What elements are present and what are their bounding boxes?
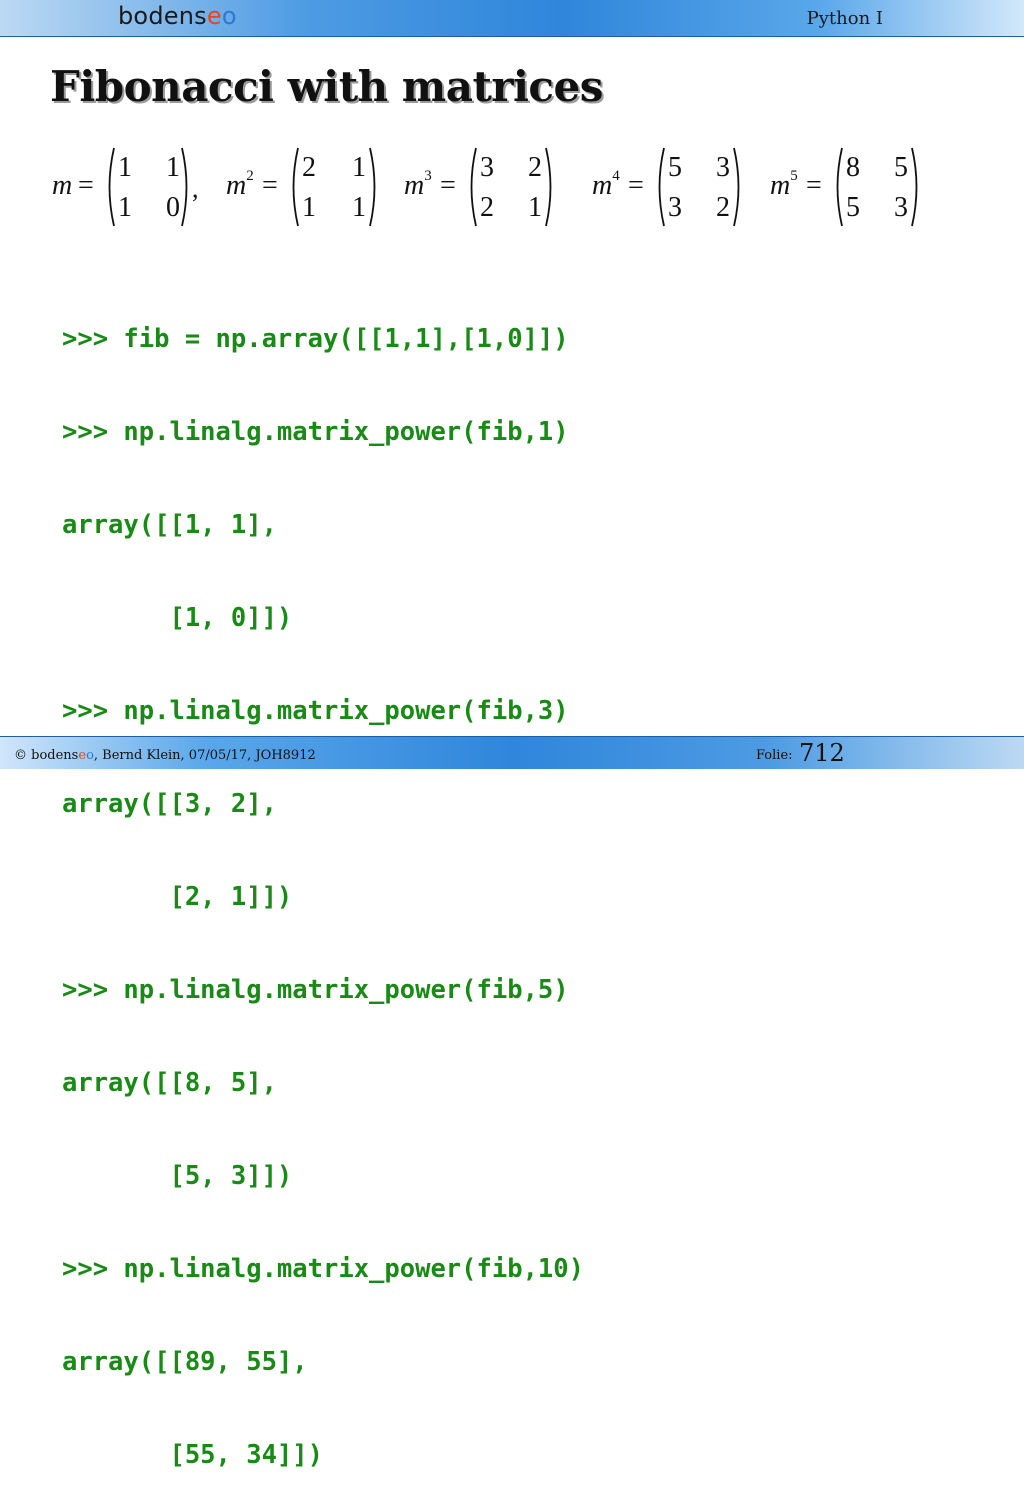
code-line: [1, 0]]) bbox=[62, 603, 293, 633]
right-paren-icon bbox=[545, 147, 552, 227]
matrix-cell: 1 bbox=[528, 192, 542, 223]
left-paren-icon bbox=[658, 147, 665, 227]
matrix-cell: 2 bbox=[302, 152, 316, 183]
course-title: Python I bbox=[806, 8, 883, 29]
code-line: [55, 34]]) bbox=[62, 1440, 323, 1470]
equals-sign: = bbox=[628, 170, 644, 201]
code-line: array([[8, 5], bbox=[62, 1068, 277, 1098]
comma-separator: , bbox=[192, 174, 199, 203]
equation-variable: m5 bbox=[770, 167, 798, 201]
matrix-cell: 8 bbox=[846, 152, 860, 183]
slide-number: 712 bbox=[799, 739, 845, 767]
equation-variable: m bbox=[52, 170, 73, 201]
equation-variable: m2 bbox=[226, 167, 254, 201]
matrix-cell: 1 bbox=[166, 152, 180, 183]
matrix-cell: 3 bbox=[894, 192, 908, 223]
right-paren-icon bbox=[369, 147, 376, 227]
matrix-cell: 1 bbox=[118, 192, 132, 223]
code-line: >>> np.linalg.matrix_power(fib,10) bbox=[62, 1254, 584, 1284]
code-line: [5, 3]]) bbox=[62, 1161, 293, 1191]
code-line: array([[1, 1], bbox=[62, 510, 277, 540]
code-line: >>> np.linalg.matrix_power(fib,3) bbox=[62, 696, 569, 726]
equals-sign: = bbox=[262, 170, 278, 201]
matrix-cell: 5 bbox=[846, 192, 860, 223]
left-paren-icon bbox=[292, 147, 299, 227]
matrix-cell: 2 bbox=[716, 192, 730, 223]
slide-number-label: Folie: bbox=[756, 748, 793, 763]
matrix-cell: 3 bbox=[668, 192, 682, 223]
matrix-cell: 3 bbox=[480, 152, 494, 183]
footer-credit: © bodenseo, Bernd Klein, 07/05/17, JOH89… bbox=[14, 748, 316, 763]
right-paren-icon bbox=[733, 147, 740, 227]
code-block: >>> fib = np.array([[1,1],[1,0]]) >>> np… bbox=[62, 262, 584, 1502]
slide-title: Fibonacci with matrices bbox=[50, 62, 603, 111]
matrix-cell: 2 bbox=[480, 192, 494, 223]
left-paren-icon bbox=[108, 147, 115, 227]
equals-sign: = bbox=[440, 170, 456, 201]
code-line: >>> fib = np.array([[1,1],[1,0]]) bbox=[62, 324, 569, 354]
header-bar: bodenseo Python I bbox=[0, 0, 1024, 37]
matrix-cell: 1 bbox=[302, 192, 316, 223]
matrix-cell: 1 bbox=[352, 192, 366, 223]
matrix-cell: 2 bbox=[528, 152, 542, 183]
footer-bar: © bodenseo, Bernd Klein, 07/05/17, JOH89… bbox=[0, 736, 1024, 769]
matrix-cell: 3 bbox=[716, 152, 730, 183]
matrix-cell: 1 bbox=[118, 152, 132, 183]
matrix-cell: 1 bbox=[352, 152, 366, 183]
code-line: array([[89, 55], bbox=[62, 1347, 308, 1377]
equation-variable: m4 bbox=[592, 167, 620, 201]
right-paren-icon bbox=[181, 147, 188, 227]
matrix-cell: 5 bbox=[894, 152, 908, 183]
code-line: >>> np.linalg.matrix_power(fib,1) bbox=[62, 417, 569, 447]
code-line: >>> np.linalg.matrix_power(fib,5) bbox=[62, 975, 569, 1005]
bodenseo-logo: bodenseo bbox=[118, 2, 237, 30]
equals-sign: = bbox=[806, 170, 822, 201]
equation-variable: m3 bbox=[404, 167, 432, 201]
matrix-cell: 5 bbox=[668, 152, 682, 183]
code-line: array([[3, 2], bbox=[62, 789, 277, 819]
matrix-cell: 0 bbox=[166, 192, 180, 223]
equals-sign: = bbox=[78, 170, 94, 201]
left-paren-icon bbox=[470, 147, 477, 227]
right-paren-icon bbox=[911, 147, 918, 227]
left-paren-icon bbox=[836, 147, 843, 227]
code-line: [2, 1]]) bbox=[62, 882, 293, 912]
